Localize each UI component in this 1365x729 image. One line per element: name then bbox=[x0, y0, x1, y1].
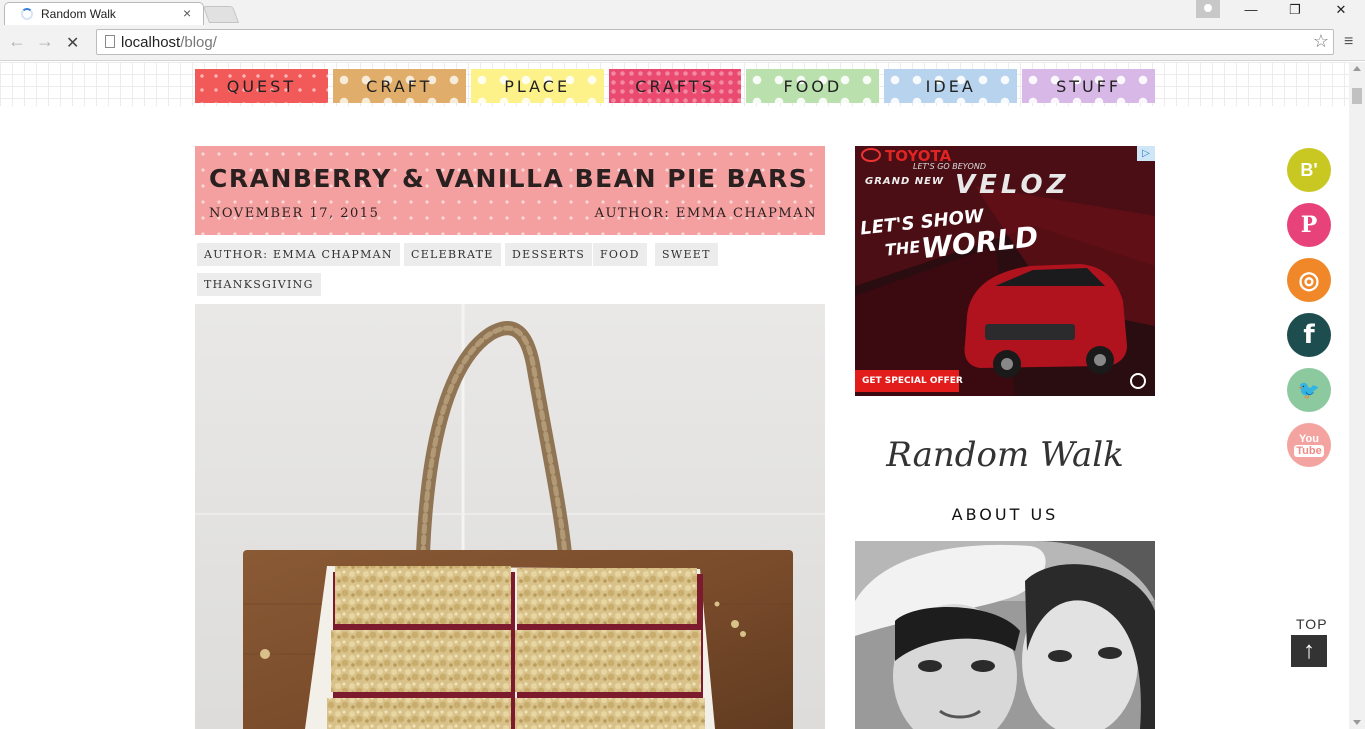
back-to-top-label[interactable]: TOP bbox=[1296, 616, 1328, 632]
post-photo bbox=[195, 304, 825, 729]
instagram-button[interactable]: ◎ bbox=[1287, 258, 1331, 302]
arrow-up-icon: ↑ bbox=[1303, 637, 1315, 664]
toyota-ad[interactable]: TOYOTA LET'S GO BEYOND GRAND NEW VELOZ L… bbox=[855, 146, 1155, 396]
page-icon bbox=[105, 35, 115, 48]
restore-button[interactable]: ❐ bbox=[1280, 2, 1310, 18]
pinterest-icon: P bbox=[1300, 212, 1318, 238]
url-text: localhost/blog/ bbox=[121, 34, 217, 51]
hatena-bookmark-button[interactable]: B' bbox=[1287, 148, 1331, 192]
ad-model-prefix: GRAND NEW bbox=[865, 176, 945, 187]
ad-cta[interactable]: GET SPECIAL OFFER bbox=[862, 376, 963, 386]
nav-item-quest[interactable]: QUEST bbox=[195, 69, 328, 103]
scroll-thumb[interactable] bbox=[1352, 88, 1362, 104]
post-title[interactable]: CRANBERRY & VANILLA BEAN PIE BARS bbox=[209, 164, 808, 193]
nav-item-craft[interactable]: CRAFT bbox=[332, 69, 466, 103]
hatena-icon: B' bbox=[1300, 159, 1318, 180]
stop-button[interactable]: ✕ bbox=[66, 33, 79, 53]
twitter-icon: 🐦 bbox=[1297, 379, 1321, 400]
nav-item-crafts[interactable]: CRAFTS bbox=[608, 69, 742, 103]
browser-toolbar: ← → ✕ localhost/blog/ ☆ ≡ bbox=[0, 25, 1365, 61]
sidebar-script-title: Random Walk bbox=[886, 435, 1124, 475]
profile-icon[interactable] bbox=[1196, 0, 1220, 18]
tag-celebrate[interactable]: CELEBRATE bbox=[404, 243, 501, 266]
about-us-heading: ABOUT US bbox=[951, 505, 1059, 524]
about-portrait-image bbox=[855, 541, 1155, 729]
address-bar[interactable]: localhost/blog/ ☆ bbox=[96, 29, 1334, 55]
minimize-button[interactable]: — bbox=[1236, 2, 1266, 17]
tag-desserts[interactable]: DESSERTS bbox=[505, 243, 593, 266]
loading-spinner-icon bbox=[21, 8, 33, 20]
tab-close-icon[interactable]: × bbox=[183, 5, 191, 21]
youtube-button[interactable]: You Tube bbox=[1287, 423, 1331, 467]
tag-thanksgiving[interactable]: THANKSGIVING bbox=[197, 273, 321, 296]
scroll-down-icon[interactable] bbox=[1353, 720, 1361, 725]
post-author[interactable]: AUTHOR: EMMA CHAPMAN bbox=[595, 206, 817, 221]
page-scrollbar[interactable] bbox=[1349, 62, 1365, 729]
tag-author[interactable]: AUTHOR: EMMA CHAPMAN bbox=[197, 243, 400, 266]
nav-item-food[interactable]: FOOD bbox=[746, 69, 880, 103]
youtube-icon-top: You bbox=[1299, 433, 1319, 445]
post-date: NOVEMBER 17, 2015 bbox=[209, 206, 380, 221]
category-nav: QUEST CRAFT PLACE CRAFTS FOOD IDEA STUFF bbox=[195, 69, 1156, 103]
chrome-menu-icon[interactable]: ≡ bbox=[1344, 33, 1353, 51]
nav-item-place[interactable]: PLACE bbox=[470, 69, 604, 103]
nav-item-stuff[interactable]: STUFF bbox=[1022, 69, 1156, 103]
pie-bars-image bbox=[195, 304, 825, 729]
bookmark-star-icon[interactable]: ☆ bbox=[1313, 31, 1329, 52]
instagram-icon: ◎ bbox=[1298, 266, 1320, 294]
back-button[interactable]: ← bbox=[8, 31, 26, 52]
scroll-up-icon[interactable] bbox=[1353, 66, 1361, 71]
about-us-photo bbox=[855, 541, 1155, 729]
tag-food[interactable]: FOOD bbox=[593, 243, 647, 266]
browser-tab[interactable]: Random Walk × bbox=[4, 2, 204, 25]
post-header: CRANBERRY & VANILLA BEAN PIE BARS NOVEMB… bbox=[195, 146, 825, 235]
adchoices-icon[interactable]: ▷ bbox=[1137, 146, 1155, 161]
new-tab-button[interactable] bbox=[202, 6, 240, 23]
page-viewport: QUEST CRAFT PLACE CRAFTS FOOD IDEA STUFF… bbox=[0, 62, 1349, 729]
tag-sweet[interactable]: SWEET bbox=[655, 243, 718, 266]
pinterest-button[interactable]: P bbox=[1287, 203, 1331, 247]
close-window-button[interactable]: ✕ bbox=[1326, 2, 1356, 18]
back-to-top-button[interactable]: ↑ bbox=[1291, 635, 1327, 667]
browser-tab-strip: Random Walk × — ❐ ✕ bbox=[0, 0, 1365, 25]
twitter-button[interactable]: 🐦 bbox=[1287, 368, 1331, 412]
ad-headline-2a: THE bbox=[884, 237, 922, 260]
forward-button[interactable]: → bbox=[36, 31, 54, 52]
ad-model: VELOZ bbox=[955, 170, 1070, 200]
facebook-icon: f bbox=[1303, 320, 1315, 350]
facebook-button[interactable]: f bbox=[1287, 313, 1331, 357]
nav-item-idea[interactable]: IDEA bbox=[884, 69, 1018, 103]
tab-title: Random Walk bbox=[41, 7, 116, 21]
youtube-icon-bottom: Tube bbox=[1294, 445, 1324, 457]
